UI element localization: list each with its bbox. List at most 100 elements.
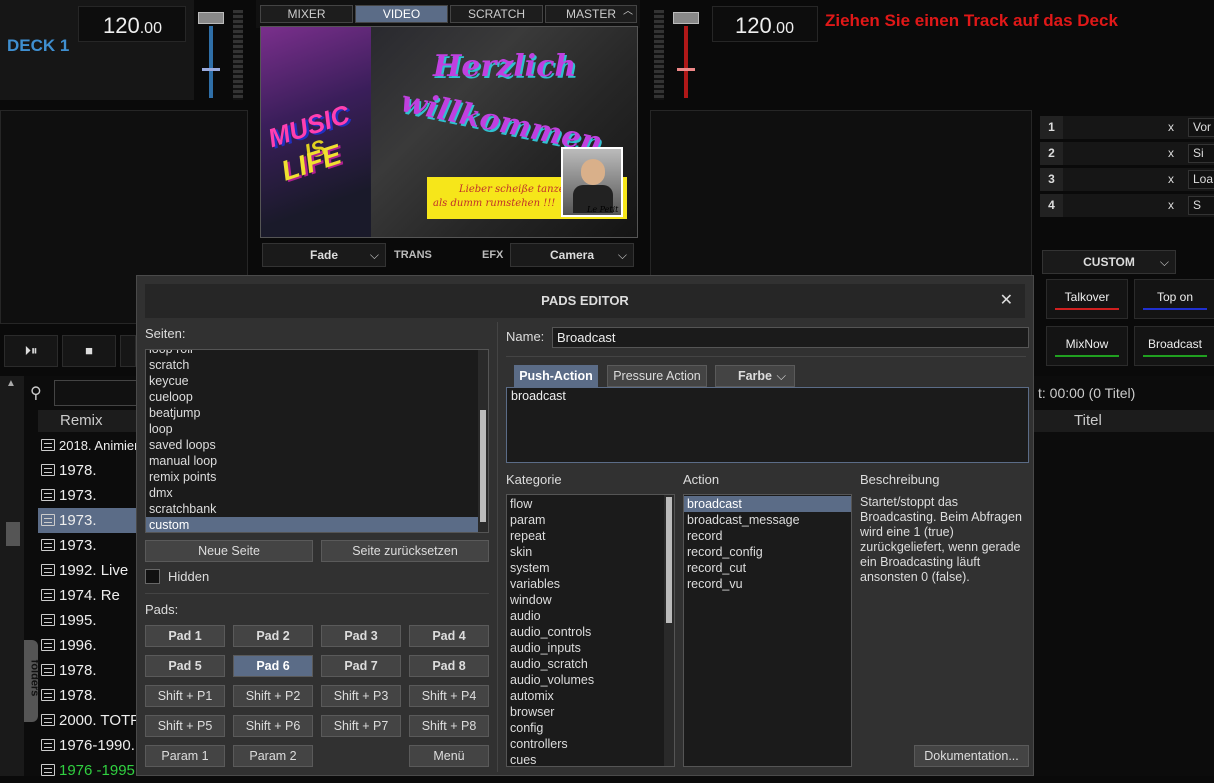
list-item[interactable]: saved loops — [146, 437, 488, 453]
table-row[interactable]: 1995. — [38, 608, 136, 633]
close-icon[interactable]: ✕ — [1000, 284, 1013, 318]
table-row[interactable]: 1978. — [38, 458, 136, 483]
pitch-handle[interactable] — [198, 12, 224, 24]
menu-button[interactable]: Menü — [409, 745, 489, 767]
stop-button[interactable]: ■ — [62, 335, 116, 367]
list-item[interactable]: loop roll — [146, 350, 488, 357]
deck-right-bpm-box[interactable]: 120.00 — [712, 6, 818, 42]
hotcue-name[interactable]: Si — [1188, 144, 1214, 163]
deck-left-pitch-slider[interactable] — [198, 8, 224, 100]
column-header-titel[interactable]: Titel — [1034, 410, 1214, 432]
pad-button[interactable]: Shift + P3 — [321, 685, 401, 707]
search-icon[interactable]: ⚲ — [30, 383, 42, 403]
list-item[interactable]: audio_inputs — [507, 640, 674, 656]
list-item[interactable]: beatjump — [146, 405, 488, 421]
search-input[interactable] — [54, 380, 138, 406]
pad-button[interactable]: Pad 7 — [321, 655, 401, 677]
sampler-bank-select[interactable]: CUSTOM ⌵ — [1042, 250, 1176, 274]
hidden-checkbox[interactable] — [145, 569, 160, 584]
category-scrollbar[interactable] — [664, 495, 674, 766]
list-item[interactable]: audio_scratch — [507, 656, 674, 672]
hotcue-delete[interactable]: x — [1168, 142, 1174, 165]
list-item[interactable]: window — [507, 592, 674, 608]
list-item[interactable]: audio_controls — [507, 624, 674, 640]
pad-button[interactable]: Pad 5 — [145, 655, 225, 677]
param1-button[interactable]: Param 1 — [145, 745, 225, 767]
scroll-thumb[interactable] — [480, 410, 486, 522]
color-select[interactable]: Farbe ⌵ — [715, 365, 795, 387]
documentation-button[interactable]: Dokumentation... — [914, 745, 1029, 767]
table-row[interactable]: 2018. Animiert — [38, 433, 136, 458]
pad-button[interactable]: Pad 3 — [321, 625, 401, 647]
pad-button[interactable]: Shift + P8 — [409, 715, 489, 737]
pad-button[interactable]: Pad 6 — [233, 655, 313, 677]
pad-button[interactable]: Shift + P7 — [321, 715, 401, 737]
table-row[interactable]: 1976-1990. — [38, 733, 136, 758]
script-editor[interactable]: broadcast — [506, 387, 1029, 463]
pages-list[interactable]: loop roll scratch keycue cueloop beatjump loo… — [145, 349, 489, 533]
list-item[interactable]: controllers — [507, 736, 674, 752]
list-item[interactable]: dmx — [146, 485, 488, 501]
pad-button[interactable]: Shift + P1 — [145, 685, 225, 707]
browser-left-scrollbar[interactable]: ▲ — [0, 376, 24, 776]
video-preview[interactable]: MUSIC IS LIFE Herzlich willkommen Lieber… — [260, 26, 638, 238]
list-item[interactable]: param — [507, 512, 674, 528]
table-row[interactable]: 1976 -1995... — [38, 758, 136, 783]
pad-button[interactable]: Pad 2 — [233, 625, 313, 647]
tab-mixer[interactable]: MIXER — [260, 5, 353, 23]
sampler-mixnow-button[interactable]: MixNow — [1046, 326, 1128, 366]
list-item[interactable]: scratch — [146, 357, 488, 373]
effect-select[interactable]: Camera ⌵ — [510, 243, 634, 267]
deck-left-bpm-box[interactable]: 120.00 — [78, 6, 186, 42]
hotcue-delete[interactable]: x — [1168, 194, 1174, 217]
tab-video[interactable]: VIDEO — [355, 5, 448, 23]
tab-pressure-action[interactable]: Pressure Action — [607, 365, 707, 387]
list-item[interactable]: record_config — [684, 544, 851, 560]
list-item[interactable]: config — [507, 720, 674, 736]
transition-select[interactable]: Fade ⌵ — [262, 243, 386, 267]
hotcue-name[interactable]: S — [1188, 196, 1214, 215]
pitch-handle[interactable] — [673, 12, 699, 24]
table-row[interactable]: 1992. Live — [38, 558, 136, 583]
hotcue-delete[interactable]: x — [1168, 116, 1174, 139]
list-item[interactable]: flow — [507, 496, 674, 512]
sampler-topon-button[interactable]: Top on — [1134, 279, 1214, 319]
list-item[interactable]: audio — [507, 608, 674, 624]
table-row[interactable]: 1973. — [38, 508, 136, 533]
reset-page-button[interactable]: Seite zurücksetzen — [321, 540, 489, 562]
pad-button[interactable]: Pad 4 — [409, 625, 489, 647]
cue-button[interactable] — [120, 335, 136, 367]
list-item[interactable]: skin — [507, 544, 674, 560]
pad-button[interactable]: Pad 1 — [145, 625, 225, 647]
pad-button[interactable]: Shift + P6 — [233, 715, 313, 737]
column-header-remix[interactable]: Remix — [38, 410, 136, 432]
hotcue-name[interactable]: Vor — [1188, 118, 1214, 137]
table-row[interactable]: 1973. — [38, 483, 136, 508]
new-page-button[interactable]: Neue Seite — [145, 540, 313, 562]
list-item[interactable]: repeat — [507, 528, 674, 544]
list-item[interactable]: loop — [146, 421, 488, 437]
list-item[interactable]: system — [507, 560, 674, 576]
hotcue-delete[interactable]: x — [1168, 168, 1174, 191]
scroll-thumb[interactable] — [6, 522, 20, 546]
param2-button[interactable]: Param 2 — [233, 745, 313, 767]
table-row[interactable]: 1974. Re — [38, 583, 136, 608]
hotcue-1[interactable]: 1 x Vor — [1040, 116, 1214, 139]
sampler-broadcast-button[interactable]: Broadcast — [1134, 326, 1214, 366]
tab-scratch[interactable]: SCRATCH — [450, 5, 543, 23]
pages-scrollbar[interactable] — [478, 350, 488, 532]
list-item[interactable]: manual loop — [146, 453, 488, 469]
list-item[interactable]: keycue — [146, 373, 488, 389]
list-item[interactable]: cueloop — [146, 389, 488, 405]
list-item[interactable]: custom — [146, 517, 488, 532]
list-item[interactable]: browser — [507, 704, 674, 720]
table-row[interactable]: 2000. TOTP — [38, 708, 136, 733]
hotcue-4[interactable]: 4 xS — [1040, 194, 1214, 217]
list-item[interactable]: broadcast — [684, 496, 851, 512]
play-pause-button[interactable]: ⏵⏸ — [4, 335, 58, 367]
list-item[interactable]: audio_volumes — [507, 672, 674, 688]
hotcue-3[interactable]: 3 x Loa — [1040, 168, 1214, 191]
list-item[interactable]: broadcast_message — [684, 512, 851, 528]
scroll-thumb[interactable] — [666, 497, 672, 623]
pad-button[interactable]: Shift + P4 — [409, 685, 489, 707]
